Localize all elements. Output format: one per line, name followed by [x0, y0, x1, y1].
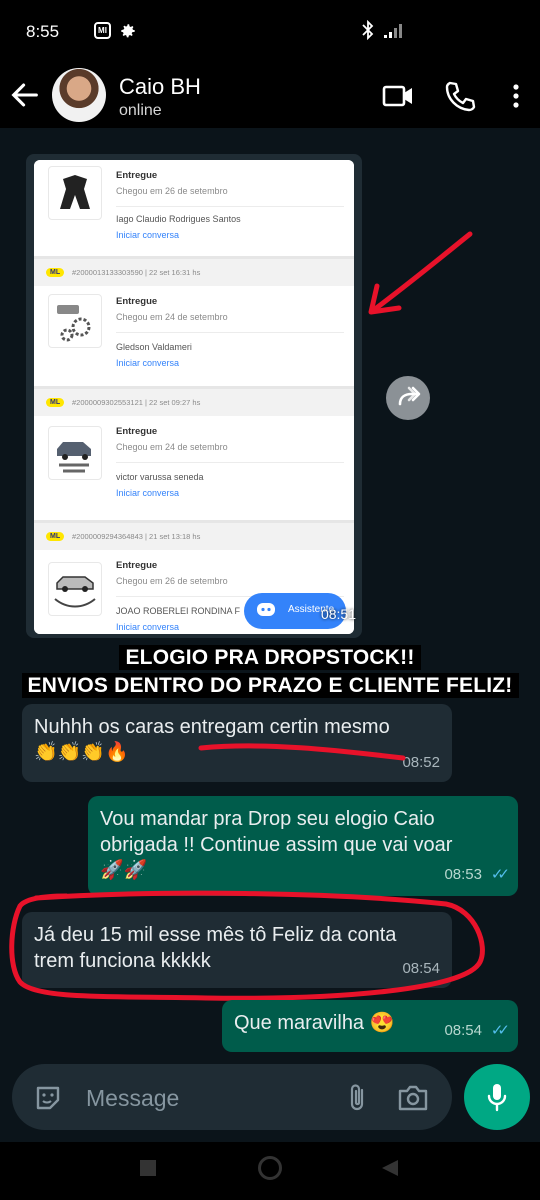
status-bar: 8:55 MI	[0, 0, 540, 64]
message-input[interactable]	[86, 1084, 326, 1112]
image-message[interactable]: Entregue Chegou em 26 de setembro Iago C…	[26, 154, 362, 638]
gear-icon	[121, 24, 135, 38]
ml-badge: ML	[46, 532, 65, 541]
bluetooth-icon	[362, 20, 374, 40]
home-button[interactable]	[258, 1156, 282, 1180]
message-time: 08:54	[444, 1022, 482, 1039]
contact-status: online	[119, 102, 162, 119]
chat-area[interactable]: Entregue Chegou em 26 de setembro Iago C…	[0, 128, 540, 1058]
shared-screenshot[interactable]: Entregue Chegou em 26 de setembro Iago C…	[34, 160, 354, 634]
annotation-arrow	[368, 231, 473, 315]
message-input-container	[12, 1064, 452, 1130]
read-receipt-icon: ✓✓	[490, 866, 510, 883]
ml-badge: ML	[46, 398, 65, 407]
forward-icon	[398, 386, 421, 406]
sticker-icon[interactable]	[32, 1082, 64, 1114]
product-thumbnail	[48, 166, 102, 220]
caption-line-2: ENVIOS DENTRO DO PRAZO E CLIENTE FELIZ!	[0, 673, 540, 698]
annotation-circle	[9, 890, 485, 1001]
message-text: obrigada !! Continue assim que vai voar	[100, 834, 453, 856]
message-bubble-outgoing[interactable]: Que maravilha 😍 08:54 ✓✓	[222, 1000, 518, 1052]
forward-button[interactable]	[386, 376, 430, 420]
status-time: 8:55	[26, 22, 60, 41]
mi-icon: MI	[94, 22, 111, 39]
composer	[0, 1058, 540, 1142]
more-options-icon[interactable]	[506, 78, 526, 114]
chat-bot-icon	[257, 603, 275, 616]
order-card: Entregue Chegou em 24 de setembro Gledso…	[34, 286, 354, 386]
ml-badge: ML	[46, 268, 65, 277]
message-bubble-outgoing[interactable]: Vou mandar pra Drop seu elogio Caio obri…	[88, 796, 518, 896]
back-arrow-icon[interactable]	[8, 78, 42, 112]
message-text: Vou mandar pra Drop seu elogio Caio	[100, 808, 435, 830]
avatar[interactable]	[52, 68, 106, 122]
chat-header: Caio BH online	[0, 64, 540, 128]
product-thumbnail	[48, 562, 102, 616]
attach-icon[interactable]	[344, 1082, 370, 1114]
caption-line-1: ELOGIO PRA DROPSTOCK!!	[0, 645, 540, 670]
back-nav-button[interactable]	[380, 1158, 400, 1178]
signal-icon	[384, 24, 402, 38]
message-time: 08:51	[320, 606, 356, 622]
message-time: 08:53	[444, 866, 482, 883]
system-nav-bar	[0, 1142, 540, 1200]
microphone-icon	[487, 1084, 507, 1112]
order-id: #2000009302553121 | 22 set 09:27 hs	[72, 398, 201, 407]
product-thumbnail	[48, 294, 102, 348]
product-thumbnail	[48, 426, 102, 480]
phone-call-icon[interactable]	[442, 78, 478, 114]
recents-button[interactable]	[140, 1160, 156, 1176]
order-id: #2000009294364843 | 21 set 13:18 hs	[72, 532, 201, 541]
order-card: Entregue Chegou em 24 de setembro victor…	[34, 416, 354, 520]
contact-name[interactable]: Caio BH	[119, 74, 201, 100]
voice-record-button[interactable]	[464, 1064, 530, 1130]
video-call-icon[interactable]	[380, 78, 416, 114]
read-receipt-icon: ✓✓	[490, 1022, 510, 1039]
order-id: #2000013133303590 | 22 set 16:31 hs	[72, 268, 201, 277]
camera-icon[interactable]	[396, 1082, 430, 1114]
annotation-underline	[198, 743, 406, 761]
